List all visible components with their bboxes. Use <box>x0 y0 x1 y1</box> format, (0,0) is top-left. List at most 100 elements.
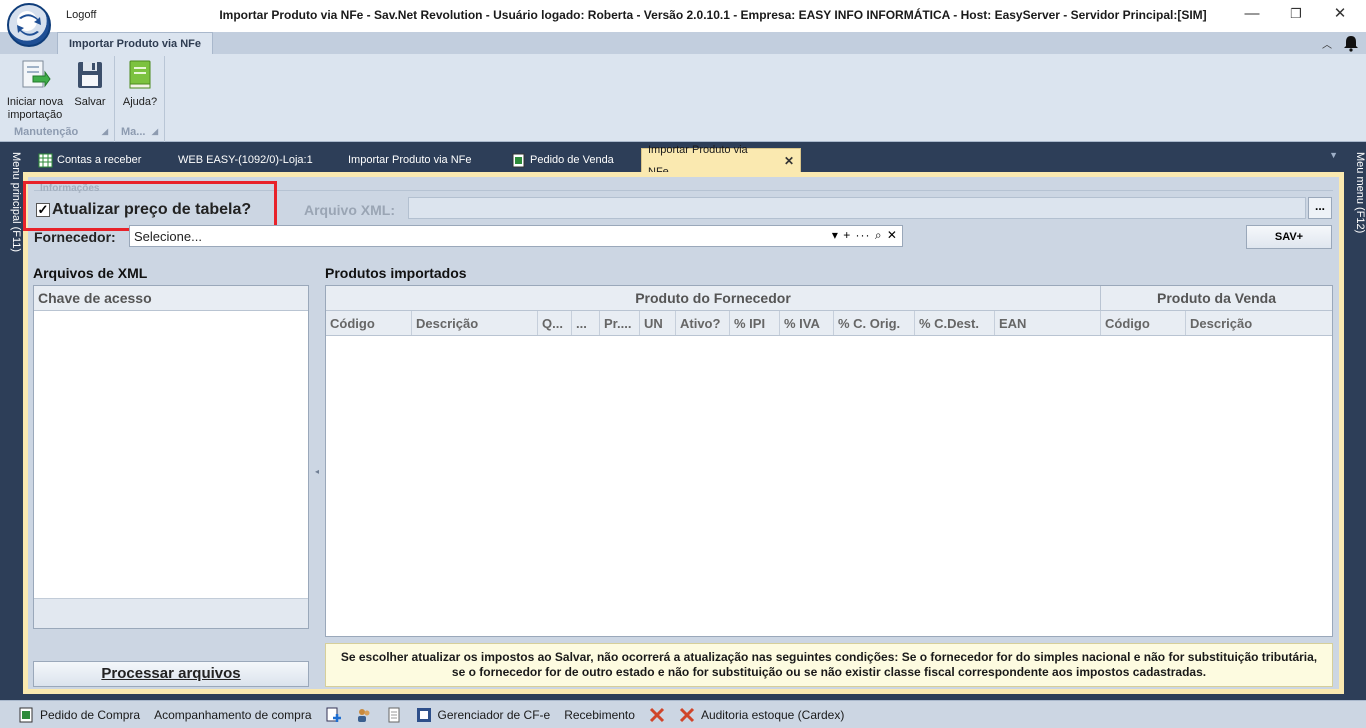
supplier-label: Fornecedor: <box>34 229 116 245</box>
xml-file-input[interactable] <box>408 197 1306 219</box>
new-import-icon <box>19 58 51 92</box>
group-label-ma: Ma... ◢ <box>121 126 158 138</box>
xml-files-grid[interactable]: Chave de acesso <box>33 285 309 629</box>
form-area: Informações ✓ Atualizar preço de tabela?… <box>23 177 1339 689</box>
help-button[interactable]: Ajuda? <box>119 58 161 109</box>
new-import-button[interactable]: Iniciar nova importação <box>4 58 66 122</box>
column-header[interactable]: % IVA <box>780 311 834 335</box>
shortcut-label: Recebimento <box>564 707 635 722</box>
help-label: Ajuda? <box>122 96 158 108</box>
imported-products-title: Produtos importados <box>325 265 467 281</box>
shortcut-users[interactable] <box>356 707 372 723</box>
xml-grid-footer <box>34 598 308 628</box>
shortcut-acompanhamento[interactable]: Acompanhamento de compra <box>154 708 311 722</box>
band-supplier-product: Produto do Fornecedor <box>326 286 1101 310</box>
browse-button[interactable]: ... <box>1308 197 1332 219</box>
xml-files-title: Arquivos de XML <box>33 265 148 281</box>
ribbon-tab-importar[interactable]: Importar Produto via NFe <box>57 32 214 54</box>
column-header[interactable]: Descrição <box>1186 311 1332 335</box>
checkbox-box[interactable]: ✓ <box>36 203 50 217</box>
add-doc-icon <box>326 707 342 723</box>
sav-plus-button[interactable]: SAV+ <box>1246 225 1332 249</box>
imported-products-grid[interactable]: Produto do Fornecedor Produto da Venda C… <box>325 285 1333 637</box>
column-header[interactable]: % IPI <box>730 311 780 335</box>
process-files-button[interactable]: Processar arquivos <box>33 661 309 687</box>
column-header-row: Código Descrição Q... ... Pr.... UN Ativ… <box>326 311 1332 336</box>
ribbon-tab-bar: Importar Produto via NFe ︿ <box>0 32 1366 54</box>
tab-importar-produto[interactable]: Importar Produto via NFe <box>342 148 478 172</box>
close-button[interactable]: ✕ <box>1327 4 1353 26</box>
column-header[interactable]: Pr.... <box>600 311 640 335</box>
purchase-order-icon <box>18 707 34 723</box>
tab-web-easy[interactable]: WEB EASY-(1092/0)-Loja:1 <box>172 148 319 172</box>
tab-label: Pedido de Venda <box>530 154 614 166</box>
spreadsheet-icon <box>38 153 53 168</box>
column-header[interactable]: Descrição <box>412 311 538 335</box>
group-label-manutencao: Manutenção ◢ <box>14 126 108 138</box>
column-header[interactable]: Ativo? <box>676 311 730 335</box>
splitter-handle-icon[interactable]: ◂ <box>315 467 319 476</box>
main-panel: Informações ✓ Atualizar preço de tabela?… <box>23 172 1344 694</box>
shortcut-label: Pedido de Compra <box>40 707 141 722</box>
my-menu-side-tab[interactable]: Meu menu (F12) <box>1346 152 1366 233</box>
collapse-ribbon-icon[interactable]: ︿ <box>1322 36 1332 51</box>
update-price-label: Atualizar preço de tabela? <box>52 201 252 218</box>
ribbon-group-manutencao: Iniciar nova importação Salvar Manutençã… <box>0 56 115 142</box>
shortcut-recebimento[interactable]: Recebimento <box>564 708 635 722</box>
supplier-value: Selecione... <box>134 229 202 244</box>
shortcut-document[interactable] <box>386 707 402 723</box>
ribbon-group-ma: Ajuda? Ma... ◢ <box>115 56 165 142</box>
restore-button[interactable]: ❐ <box>1283 4 1309 26</box>
close-tab-icon[interactable]: ✕ <box>784 150 794 172</box>
column-header[interactable]: % C. Orig. <box>834 311 915 335</box>
save-label: Salvar <box>74 96 106 108</box>
tab-importar-produto-active[interactable]: Importar Produto via NFe ✕ <box>641 144 801 178</box>
shortcut-add-doc[interactable] <box>326 707 342 723</box>
tax-update-note: Se escolher atualizar os impostos ao Sal… <box>325 643 1333 687</box>
tools-icon <box>649 707 665 723</box>
save-button[interactable]: Salvar <box>70 58 110 109</box>
column-header[interactable]: EAN <box>995 311 1101 335</box>
shortcut-pedido-de-compra[interactable]: Pedido de Compra <box>18 707 140 723</box>
app-logo-icon[interactable] <box>7 3 51 47</box>
update-price-checkbox[interactable]: ✓ Atualizar preço de tabela? <box>36 201 251 219</box>
document-icon <box>386 707 402 723</box>
document-tab-strip: Contas a receber WEB EASY-(1092/0)-Loja:… <box>0 143 1366 178</box>
column-header[interactable]: % C.Dest. <box>915 311 995 335</box>
supplier-select[interactable]: Selecione... ▾ + ··· ⌕ ✕ <box>129 225 903 247</box>
band-header-row: Produto do Fornecedor Produto da Venda <box>326 286 1332 311</box>
new-import-label: Iniciar nova importação <box>6 96 64 121</box>
column-header-chave[interactable]: Chave de acesso <box>34 286 308 311</box>
shortcut-label: Gerenciador de CF-e <box>437 707 551 722</box>
cfe-icon <box>416 707 432 723</box>
tab-label: Importar Produto via NFe <box>348 154 472 166</box>
tab-pedido-de-venda[interactable]: Pedido de Venda <box>505 148 620 172</box>
window-title: Importar Produto via NFe - Sav.Net Revol… <box>219 8 1207 22</box>
help-book-icon <box>124 58 156 92</box>
main-menu-side-tab[interactable]: Menu principal (F11) <box>2 152 22 252</box>
bell-icon[interactable] <box>1342 34 1360 52</box>
xml-file-label: Arquivo XML: <box>304 202 395 218</box>
column-header[interactable]: ... <box>572 311 600 335</box>
ribbon-body: Iniciar nova importação Salvar Manutençã… <box>0 54 1366 142</box>
bottom-shortcut-bar: Pedido de Compra Acompanhamento de compr… <box>0 700 1366 728</box>
band-sale-product: Produto da Venda <box>1156 290 1276 306</box>
column-header[interactable]: Código <box>326 311 412 335</box>
shortcut-tools[interactable] <box>649 707 665 723</box>
column-header[interactable]: UN <box>640 311 676 335</box>
users-icon <box>356 707 372 723</box>
column-header[interactable]: Q... <box>538 311 572 335</box>
shortcut-label: Acompanhamento de compra <box>154 707 312 722</box>
tab-list-dropdown-icon[interactable]: ▼ <box>1329 150 1338 160</box>
shortcut-auditoria-estoque[interactable]: Auditoria estoque (Cardex) <box>679 707 844 723</box>
tab-contas-a-receber[interactable]: Contas a receber <box>32 148 147 172</box>
tab-label: Contas a receber <box>57 154 142 166</box>
order-doc-icon <box>511 153 526 168</box>
tools-icon <box>679 707 695 723</box>
tab-label: WEB EASY-(1092/0)-Loja:1 <box>178 154 313 166</box>
process-files-label: Processar arquivos <box>101 665 241 682</box>
minimize-button[interactable]: — <box>1239 4 1265 26</box>
column-header[interactable]: Código <box>1101 311 1186 335</box>
supplier-tools-icons[interactable]: ▾ + ··· ⌕ ✕ <box>832 228 898 243</box>
shortcut-gerenciador-cfe[interactable]: Gerenciador de CF-e <box>416 707 551 723</box>
